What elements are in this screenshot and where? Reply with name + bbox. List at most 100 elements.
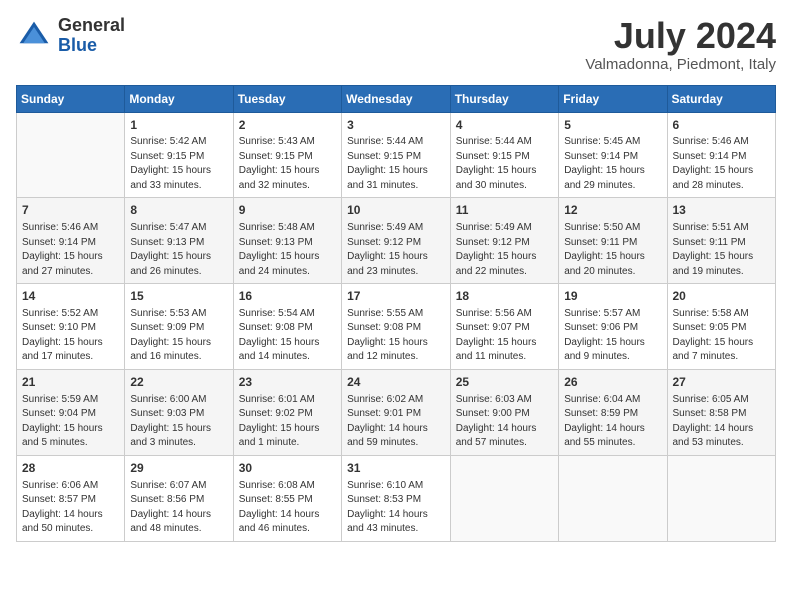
day-cell: 14 Sunrise: 5:52 AM Sunset: 9:10 PM Dayli… bbox=[17, 284, 125, 370]
day-cell: 2Sunrise: 5:43 AM Sunset: 9:15 PM Daylig… bbox=[233, 112, 341, 198]
day-info: Sunrise: 6:00 AM Sunset: 9:03 PM Dayligh… bbox=[130, 393, 227, 451]
day-cell: 22 Sunrise: 6:00 AM Sunset: 9:03 PM Dayli… bbox=[125, 369, 233, 455]
header-cell-wednesday: Wednesday bbox=[342, 85, 451, 112]
day-info: Sunrise: 6:07 AM Sunset: 8:56 PM Dayligh… bbox=[130, 479, 227, 537]
day-number: 2 bbox=[239, 117, 336, 134]
day-number: 16 bbox=[239, 288, 336, 305]
header-cell-saturday: Saturday bbox=[667, 85, 776, 112]
day-cell bbox=[17, 112, 125, 198]
header-cell-tuesday: Tuesday bbox=[233, 85, 341, 112]
day-cell: 4Sunrise: 5:44 AM Sunset: 9:15 PM Daylig… bbox=[450, 112, 558, 198]
day-info: Sunrise: 5:46 AM Sunset: 9:14 PM Dayligh… bbox=[22, 221, 119, 279]
day-info: Sunrise: 5:50 AM Sunset: 9:11 PM Dayligh… bbox=[564, 221, 661, 279]
day-cell: 31 Sunrise: 6:10 AM Sunset: 8:53 PM Dayli… bbox=[342, 455, 451, 541]
header-cell-friday: Friday bbox=[559, 85, 667, 112]
day-info: Sunrise: 6:10 AM Sunset: 8:53 PM Dayligh… bbox=[347, 479, 445, 537]
day-number: 11 bbox=[456, 202, 553, 219]
day-number: 6 bbox=[673, 117, 771, 134]
page-header: General Blue July 2024 Valmadonna, Piedm… bbox=[16, 16, 776, 73]
day-number: 10 bbox=[347, 202, 445, 219]
day-cell: 15 Sunrise: 5:53 AM Sunset: 9:09 PM Dayli… bbox=[125, 284, 233, 370]
day-cell: 11 Sunrise: 5:49 AM Sunset: 9:12 PM Dayli… bbox=[450, 198, 558, 284]
header-cell-thursday: Thursday bbox=[450, 85, 558, 112]
header-row: SundayMondayTuesdayWednesdayThursdayFrid… bbox=[17, 85, 776, 112]
header-cell-sunday: Sunday bbox=[17, 85, 125, 112]
day-number: 12 bbox=[564, 202, 661, 219]
day-cell: 21 Sunrise: 5:59 AM Sunset: 9:04 PM Dayli… bbox=[17, 369, 125, 455]
day-number: 21 bbox=[22, 374, 119, 391]
day-cell: 12 Sunrise: 5:50 AM Sunset: 9:11 PM Dayli… bbox=[559, 198, 667, 284]
day-info: Sunrise: 5:48 AM Sunset: 9:13 PM Dayligh… bbox=[239, 221, 336, 279]
day-number: 15 bbox=[130, 288, 227, 305]
day-info: Sunrise: 5:54 AM Sunset: 9:08 PM Dayligh… bbox=[239, 307, 336, 365]
day-cell bbox=[450, 455, 558, 541]
day-info: Sunrise: 5:47 AM Sunset: 9:13 PM Dayligh… bbox=[130, 221, 227, 279]
week-row-4: 21 Sunrise: 5:59 AM Sunset: 9:04 PM Dayli… bbox=[17, 369, 776, 455]
day-number: 19 bbox=[564, 288, 661, 305]
day-info: Sunrise: 5:57 AM Sunset: 9:06 PM Dayligh… bbox=[564, 307, 661, 365]
day-info: Sunrise: 5:52 AM Sunset: 9:10 PM Dayligh… bbox=[22, 307, 119, 365]
day-info: Sunrise: 5:44 AM Sunset: 9:15 PM Dayligh… bbox=[347, 135, 445, 193]
day-cell: 25Sunrise: 6:03 AM Sunset: 9:00 PM Dayli… bbox=[450, 369, 558, 455]
day-cell: 26 Sunrise: 6:04 AM Sunset: 8:59 PM Dayli… bbox=[559, 369, 667, 455]
day-number: 4 bbox=[456, 117, 553, 134]
day-number: 22 bbox=[130, 374, 227, 391]
day-cell: 7Sunrise: 5:46 AM Sunset: 9:14 PM Daylig… bbox=[17, 198, 125, 284]
day-info: Sunrise: 5:53 AM Sunset: 9:09 PM Dayligh… bbox=[130, 307, 227, 365]
week-row-3: 14 Sunrise: 5:52 AM Sunset: 9:10 PM Dayli… bbox=[17, 284, 776, 370]
title-block: July 2024 Valmadonna, Piedmont, Italy bbox=[585, 16, 776, 73]
day-number: 18 bbox=[456, 288, 553, 305]
logo-general: General bbox=[58, 15, 125, 35]
day-info: Sunrise: 6:05 AM Sunset: 8:58 PM Dayligh… bbox=[673, 393, 771, 451]
day-number: 20 bbox=[673, 288, 771, 305]
calendar-body: 1Sunrise: 5:42 AM Sunset: 9:15 PM Daylig… bbox=[17, 112, 776, 541]
day-number: 28 bbox=[22, 460, 119, 477]
day-cell: 8 Sunrise: 5:47 AM Sunset: 9:13 PM Daylig… bbox=[125, 198, 233, 284]
day-number: 27 bbox=[673, 374, 771, 391]
day-cell: 16 Sunrise: 5:54 AM Sunset: 9:08 PM Dayli… bbox=[233, 284, 341, 370]
day-info: Sunrise: 6:06 AM Sunset: 8:57 PM Dayligh… bbox=[22, 479, 119, 537]
day-cell: 13Sunrise: 5:51 AM Sunset: 9:11 PM Dayli… bbox=[667, 198, 776, 284]
day-number: 9 bbox=[239, 202, 336, 219]
day-info: Sunrise: 5:49 AM Sunset: 9:12 PM Dayligh… bbox=[347, 221, 445, 279]
logo-blue: Blue bbox=[58, 35, 97, 55]
logo: General Blue bbox=[16, 16, 125, 56]
day-number: 1 bbox=[130, 117, 227, 134]
logo-text: General Blue bbox=[58, 16, 125, 56]
logo-icon bbox=[16, 18, 52, 54]
day-info: Sunrise: 5:42 AM Sunset: 9:15 PM Dayligh… bbox=[130, 135, 227, 193]
day-cell: 10 Sunrise: 5:49 AM Sunset: 9:12 PM Dayli… bbox=[342, 198, 451, 284]
day-cell: 27 Sunrise: 6:05 AM Sunset: 8:58 PM Dayli… bbox=[667, 369, 776, 455]
day-cell bbox=[559, 455, 667, 541]
day-info: Sunrise: 6:04 AM Sunset: 8:59 PM Dayligh… bbox=[564, 393, 661, 451]
day-info: Sunrise: 5:59 AM Sunset: 9:04 PM Dayligh… bbox=[22, 393, 119, 451]
day-info: Sunrise: 5:43 AM Sunset: 9:15 PM Dayligh… bbox=[239, 135, 336, 193]
day-number: 25 bbox=[456, 374, 553, 391]
calendar-header: SundayMondayTuesdayWednesdayThursdayFrid… bbox=[17, 85, 776, 112]
day-cell: 28 Sunrise: 6:06 AM Sunset: 8:57 PM Dayli… bbox=[17, 455, 125, 541]
day-number: 31 bbox=[347, 460, 445, 477]
day-cell: 5Sunrise: 5:45 AM Sunset: 9:14 PM Daylig… bbox=[559, 112, 667, 198]
day-number: 29 bbox=[130, 460, 227, 477]
day-info: Sunrise: 6:01 AM Sunset: 9:02 PM Dayligh… bbox=[239, 393, 336, 451]
day-number: 8 bbox=[130, 202, 227, 219]
day-cell: 1Sunrise: 5:42 AM Sunset: 9:15 PM Daylig… bbox=[125, 112, 233, 198]
week-row-2: 7Sunrise: 5:46 AM Sunset: 9:14 PM Daylig… bbox=[17, 198, 776, 284]
day-number: 30 bbox=[239, 460, 336, 477]
day-info: Sunrise: 5:49 AM Sunset: 9:12 PM Dayligh… bbox=[456, 221, 553, 279]
day-cell: 9 Sunrise: 5:48 AM Sunset: 9:13 PM Daylig… bbox=[233, 198, 341, 284]
day-info: Sunrise: 5:51 AM Sunset: 9:11 PM Dayligh… bbox=[673, 221, 771, 279]
day-number: 5 bbox=[564, 117, 661, 134]
day-number: 23 bbox=[239, 374, 336, 391]
day-number: 14 bbox=[22, 288, 119, 305]
day-info: Sunrise: 5:56 AM Sunset: 9:07 PM Dayligh… bbox=[456, 307, 553, 365]
day-cell: 20Sunrise: 5:58 AM Sunset: 9:05 PM Dayli… bbox=[667, 284, 776, 370]
day-number: 26 bbox=[564, 374, 661, 391]
day-cell: 6Sunrise: 5:46 AM Sunset: 9:14 PM Daylig… bbox=[667, 112, 776, 198]
day-cell: 24Sunrise: 6:02 AM Sunset: 9:01 PM Dayli… bbox=[342, 369, 451, 455]
day-number: 24 bbox=[347, 374, 445, 391]
location-subtitle: Valmadonna, Piedmont, Italy bbox=[585, 56, 776, 73]
day-cell bbox=[667, 455, 776, 541]
day-number: 17 bbox=[347, 288, 445, 305]
day-info: Sunrise: 5:46 AM Sunset: 9:14 PM Dayligh… bbox=[673, 135, 771, 193]
